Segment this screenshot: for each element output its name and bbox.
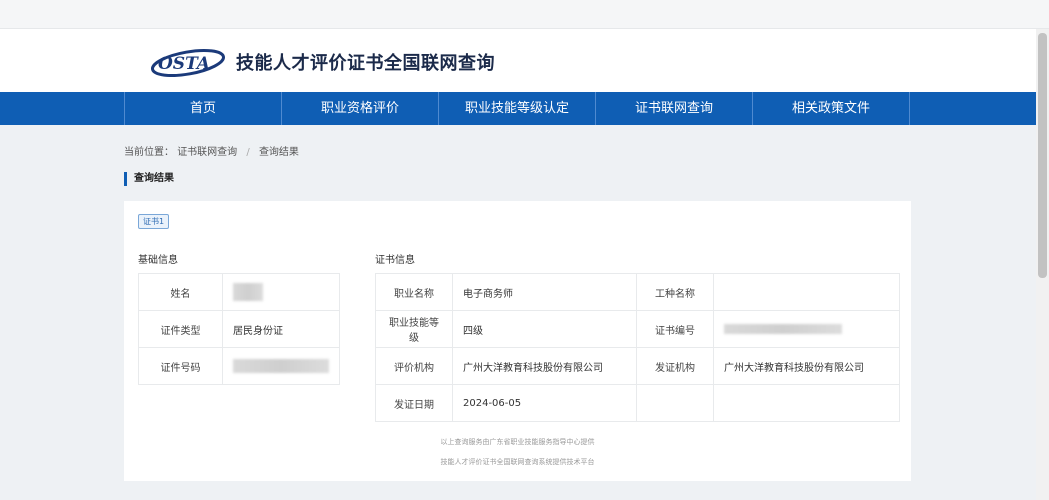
nav-policy-documents[interactable]: 相关政策文件 <box>753 92 910 125</box>
name-value <box>222 273 340 311</box>
issue-org-key: 发证机构 <box>636 347 714 385</box>
breadcrumb-item-certificate-query[interactable]: 证书联网查询 <box>177 147 237 158</box>
empty-cell <box>713 384 900 422</box>
issue-org-value: 广州大洋教育科技股份有限公司 <box>713 347 900 385</box>
id-type-key: 证件类型 <box>138 310 223 348</box>
nav-skill-level-certification[interactable]: 职业技能等级认定 <box>439 92 596 125</box>
nav-certificate-query[interactable]: 证书联网查询 <box>596 92 753 125</box>
skill-level-key: 职业技能等级 <box>375 310 453 348</box>
redacted-name <box>233 283 263 301</box>
table-row: 职业名称 电子商务师 工种名称 <box>375 273 900 311</box>
id-type-value: 居民身份证 <box>222 310 340 348</box>
table-row: 评价机构 广州大洋教育科技股份有限公司 发证机构 广州大洋教育科技股份有限公司 <box>375 347 900 385</box>
issue-date-key: 发证日期 <box>375 384 453 422</box>
main-nav: 首页 职业资格评价 职业技能等级认定 证书联网查询 相关政策文件 <box>0 92 1036 125</box>
id-number-value <box>222 347 340 385</box>
svg-text:OSTA: OSTA <box>158 54 210 74</box>
eval-org-value: 广州大洋教育科技股份有限公司 <box>452 347 637 385</box>
occupation-name-value: 电子商务师 <box>452 273 637 311</box>
nav-qualification-evaluation[interactable]: 职业资格评价 <box>282 92 439 125</box>
eval-org-key: 评价机构 <box>375 347 453 385</box>
basic-info-heading: 基础信息 <box>138 255 178 266</box>
site-header: OSTA 技能人才评价证书全国联网查询 <box>0 29 1036 92</box>
breadcrumb-prefix: 当前位置： <box>124 147 174 158</box>
table-row: 证件号码 <box>138 347 340 385</box>
cert-info-heading: 证书信息 <box>375 255 415 266</box>
result-panel: 证书1 基础信息 证书信息 姓名 证件类型 居民身份证 证件号码 职业名称 电子… <box>124 201 911 481</box>
redacted-id-number <box>233 359 329 373</box>
page-scrollbar[interactable] <box>1036 29 1049 500</box>
site-title: 技能人才评价证书全国联网查询 <box>236 53 495 74</box>
cert-number-value <box>713 310 900 348</box>
certificate-tab-badge[interactable]: 证书1 <box>138 214 170 229</box>
occupation-name-key: 职业名称 <box>375 273 453 311</box>
footer-platform-note: 技能人才评价证书全国联网查询系统提供技术平台 <box>440 458 595 466</box>
browser-top-strip <box>0 0 1049 29</box>
cert-number-key: 证书编号 <box>636 310 714 348</box>
redacted-cert-number <box>724 323 842 334</box>
breadcrumb-item-results: 查询结果 <box>258 147 299 158</box>
work-type-value <box>713 273 900 311</box>
footer-provider-note: 以上查询服务由广东省职业技能服务指导中心提供 <box>440 438 595 446</box>
table-row: 职业技能等级 四级 证书编号 <box>375 310 900 348</box>
nav-home[interactable]: 首页 <box>125 92 282 125</box>
table-row: 姓名 <box>138 273 340 311</box>
osta-logo: OSTA <box>150 48 226 77</box>
name-key: 姓名 <box>138 273 223 311</box>
id-number-key: 证件号码 <box>138 347 223 385</box>
table-row: 发证日期 2024-06-05 <box>375 384 900 422</box>
section-title: 查询结果 <box>124 172 174 186</box>
breadcrumb-separator: / <box>246 147 250 158</box>
skill-level-value: 四级 <box>452 310 637 348</box>
cert-info-table: 职业名称 电子商务师 工种名称 职业技能等级 四级 证书编号 评价机构 广州大洋… <box>375 273 900 422</box>
basic-info-table: 姓名 证件类型 居民身份证 证件号码 <box>138 273 340 385</box>
empty-cell <box>636 384 714 422</box>
scrollbar-thumb[interactable] <box>1038 33 1047 278</box>
table-row: 证件类型 居民身份证 <box>138 310 340 348</box>
issue-date-value: 2024-06-05 <box>452 384 637 422</box>
breadcrumb: 当前位置： 证书联网查询 / 查询结果 <box>124 143 299 158</box>
work-type-key: 工种名称 <box>636 273 714 311</box>
